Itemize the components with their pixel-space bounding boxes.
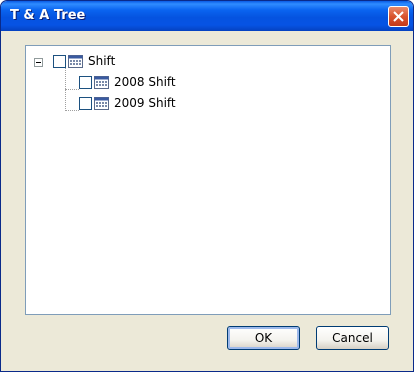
tree-node-label: Shift [88, 54, 116, 68]
tree-view[interactable]: Shift 2008 Shift 2009 Shift [25, 45, 391, 315]
collapse-icon[interactable] [34, 58, 43, 67]
tree-node-label: 2009 Shift [114, 96, 176, 110]
close-icon [393, 11, 404, 22]
dialog-window: T & A Tree Shift 2008 Shift 2009 Shift O… [0, 0, 414, 372]
close-button[interactable] [388, 6, 409, 27]
root-checkbox[interactable] [53, 55, 66, 68]
cancel-button[interactable]: Cancel [316, 326, 389, 350]
child-checkbox[interactable] [79, 97, 92, 110]
dialog-client: Shift 2008 Shift 2009 Shift OK Cancel [5, 31, 409, 367]
calendar-icon [94, 97, 109, 110]
tree-node-2009-shift[interactable]: 2009 Shift [26, 96, 246, 112]
tree-node-2008-shift[interactable]: 2008 Shift [26, 75, 246, 91]
ok-button[interactable]: OK [227, 326, 300, 350]
window-title: T & A Tree [10, 8, 86, 23]
tree-node-root[interactable]: Shift [26, 54, 226, 70]
calendar-icon [94, 76, 109, 89]
child-checkbox[interactable] [79, 76, 92, 89]
calendar-icon [68, 55, 83, 68]
title-bar[interactable]: T & A Tree [1, 1, 413, 31]
tree-node-label: 2008 Shift [114, 75, 176, 89]
